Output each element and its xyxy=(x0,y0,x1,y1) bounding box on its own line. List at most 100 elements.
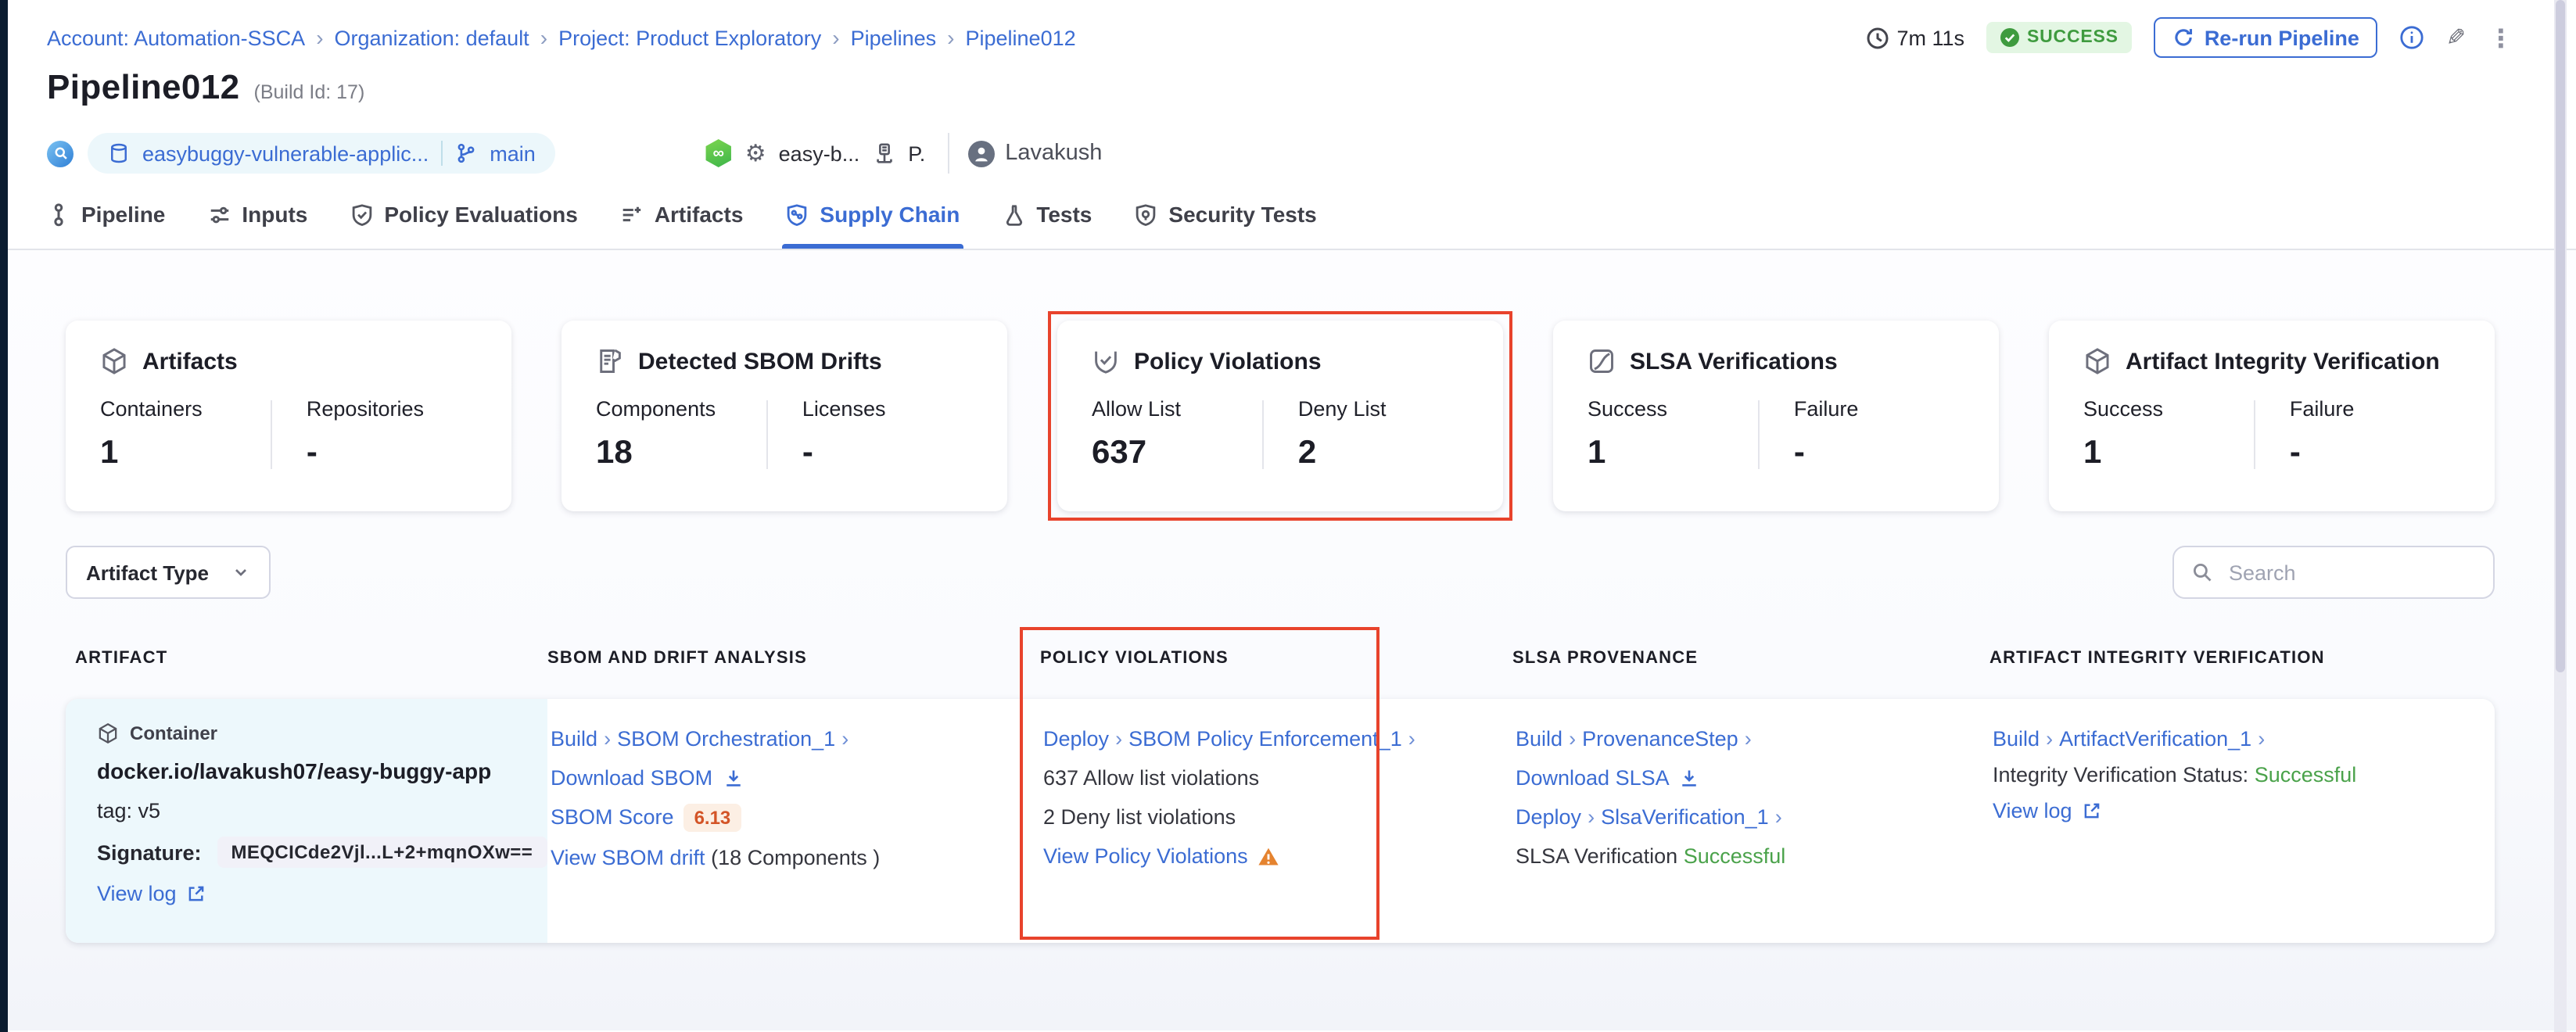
tab-artifacts[interactable]: Artifacts xyxy=(620,180,744,249)
sbom-drift-icon xyxy=(596,347,624,375)
branch-link[interactable]: main xyxy=(490,142,536,165)
chevron-right-icon: › xyxy=(1745,727,1752,751)
col-header-artifact: ARTIFACT xyxy=(66,649,547,668)
slsa-stage1-link[interactable]: Build xyxy=(1516,727,1562,751)
scrollbar-thumb[interactable] xyxy=(2556,0,2565,672)
pill-divider xyxy=(441,141,443,166)
sbom-stage-link[interactable]: Build xyxy=(551,727,597,751)
tab-supply-chain[interactable]: Supply Chain xyxy=(785,180,960,249)
chevron-right-icon: › xyxy=(1588,805,1595,829)
tab-bar: Pipeline Inputs Policy Evaluations Artif… xyxy=(0,180,2576,250)
artifacts-icon xyxy=(620,202,644,226)
stat-components: Components 18 xyxy=(596,397,766,472)
stat-deny-list: Deny List 2 xyxy=(1264,397,1469,472)
tests-icon xyxy=(1002,202,1025,226)
sbom-drift-count: (18 Components ) xyxy=(711,846,880,869)
download-sbom-link[interactable]: Download SBOM xyxy=(551,765,712,791)
user-avatar-icon xyxy=(967,140,994,167)
search-icon xyxy=(2191,561,2213,583)
integrity-view-log-link[interactable]: View log xyxy=(1993,797,2072,824)
breadcrumb-separator-icon: › xyxy=(947,25,954,50)
container-cube-icon xyxy=(97,722,119,744)
warning-icon xyxy=(1258,845,1279,867)
repo-link[interactable]: easybuggy-vulnerable-applic... xyxy=(142,142,429,165)
breadcrumb-organization[interactable]: Organization: default xyxy=(335,26,529,49)
slsa-step1-link[interactable]: ProvenanceStep xyxy=(1582,727,1738,751)
card-policy-violations: Policy Violations Allow List 637 Deny Li… xyxy=(1057,321,1503,511)
breadcrumb-account[interactable]: Account: Automation-SSCA xyxy=(47,26,305,49)
tab-tests[interactable]: Tests xyxy=(1002,180,1092,249)
infra-name[interactable]: P. xyxy=(908,142,925,165)
left-nav-edge xyxy=(0,0,8,1032)
policy-step-link[interactable]: SBOM Policy Enforcement_1 xyxy=(1128,727,1402,751)
slsa-stage2-link[interactable]: Deploy xyxy=(1516,805,1581,829)
stat-integrity-failure: Failure - xyxy=(2255,397,2460,472)
pipeline-icon xyxy=(47,202,70,226)
policy-stage-link[interactable]: Deploy xyxy=(1043,727,1109,751)
col-header-integrity: ARTIFACT INTEGRITY VERIFICATION xyxy=(1989,649,2495,668)
deny-list-violations: 2 Deny list violations xyxy=(1043,804,1491,830)
service-gear-icon: ⚙ xyxy=(745,139,766,167)
tab-policy-evaluations[interactable]: Policy Evaluations xyxy=(350,180,577,249)
rerun-pipeline-button[interactable]: Re-run Pipeline xyxy=(2154,17,2378,58)
policy-violations-cell: Deploy›SBOM Policy Enforcement_1› 637 Al… xyxy=(1040,699,1512,943)
tab-security-tests[interactable]: Security Tests xyxy=(1134,180,1316,249)
chevron-right-icon: › xyxy=(2046,727,2053,751)
triggered-by-user: Lavakush xyxy=(1005,141,1102,166)
breadcrumb-pipelines[interactable]: Pipelines xyxy=(851,26,937,49)
integrity-step-link[interactable]: ArtifactVerification_1 xyxy=(2059,727,2251,751)
chevron-right-icon: › xyxy=(2258,727,2265,751)
breadcrumb-separator-icon: › xyxy=(540,25,547,50)
chevron-right-icon: › xyxy=(1408,727,1415,751)
breadcrumb-separator-icon: › xyxy=(316,25,323,50)
codebase-icon xyxy=(47,140,74,167)
chevron-down-icon xyxy=(231,563,250,582)
supply-chain-content: Artifacts Containers 1 Repositories - xyxy=(0,250,2576,1030)
tab-inputs[interactable]: Inputs xyxy=(207,180,307,249)
download-icon xyxy=(1679,767,1701,789)
integrity-cube-icon xyxy=(2083,347,2111,375)
chevron-right-icon: › xyxy=(841,727,849,751)
more-options-icon[interactable]: ⋮ xyxy=(2488,23,2513,52)
breadcrumb-project[interactable]: Project: Product Exploratory xyxy=(558,26,821,49)
artifact-type-select[interactable]: Artifact Type xyxy=(66,546,271,599)
slsa-step2-link[interactable]: SlsaVerification_1 xyxy=(1601,805,1769,829)
meta-divider xyxy=(947,133,949,174)
run-duration: 7m 11s xyxy=(1865,26,1964,49)
build-id: (Build Id: 17) xyxy=(254,81,365,103)
artifact-view-log-link[interactable]: View log xyxy=(97,882,177,905)
view-policy-violations-link[interactable]: View Policy Violations xyxy=(1043,843,1248,869)
breadcrumb-pipeline012[interactable]: Pipeline012 xyxy=(966,26,1076,49)
view-sbom-drift-link[interactable]: View SBOM drift xyxy=(551,846,705,869)
allow-list-violations: 637 Allow list violations xyxy=(1043,765,1491,791)
sbom-score-link[interactable]: SBOM Score xyxy=(551,805,674,829)
policy-violations-icon xyxy=(1092,347,1120,375)
signature-value[interactable]: MEQCICde2Vjl...L+2+mqnOXw== xyxy=(217,837,547,868)
page-scrollbar[interactable] xyxy=(2554,0,2567,1032)
tab-pipeline[interactable]: Pipeline xyxy=(47,180,165,249)
card-sbom-drifts: Detected SBOM Drifts Components 18 Licen… xyxy=(561,321,1007,511)
search-box xyxy=(2172,546,2495,599)
supply-chain-icon xyxy=(785,202,809,226)
sbom-score-badge: 6.13 xyxy=(683,804,742,832)
download-slsa-link[interactable]: Download SLSA xyxy=(1516,765,1670,791)
service-name[interactable]: easy-b... xyxy=(779,142,860,165)
info-icon[interactable] xyxy=(2400,25,2425,50)
edit-pipeline-icon[interactable]: ✎ xyxy=(2447,23,2467,52)
stat-containers: Containers 1 xyxy=(100,397,271,472)
external-link-icon xyxy=(186,883,206,904)
col-header-sbom: SBOM AND DRIFT ANALYSIS xyxy=(547,649,1040,668)
infrastructure-icon xyxy=(872,142,895,165)
check-circle-icon xyxy=(2000,28,2019,47)
artifact-table-row: Container docker.io/lavakush07/easy-bugg… xyxy=(66,699,2495,943)
sbom-step-link[interactable]: SBOM Orchestration_1 xyxy=(617,727,835,751)
slsa-provenance-cell: Build › ProvenanceStep › Download SLSA Depl… xyxy=(1512,699,1989,943)
clock-icon xyxy=(1865,26,1889,49)
breadcrumb: Account: Automation-SSCA › Organization:… xyxy=(47,25,1076,50)
integrity-stage-link[interactable]: Build xyxy=(1993,727,2040,751)
integrity-status-value: Successful xyxy=(2255,763,2357,787)
artifact-image-name: docker.io/lavakush07/easy-buggy-app xyxy=(97,758,519,785)
artifact-type-label: Container xyxy=(130,722,217,744)
search-input[interactable] xyxy=(2226,559,2509,586)
integrity-cell: Build›ArtifactVerification_1› Integrity … xyxy=(1989,699,2495,943)
